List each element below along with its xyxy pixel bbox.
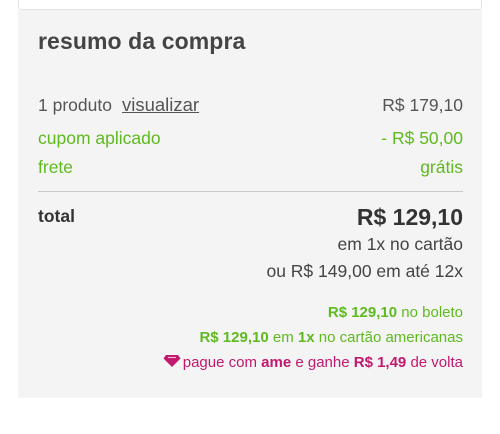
summary-divider bbox=[38, 191, 463, 192]
boleto-offer: R$ 129,10 no boleto bbox=[328, 304, 463, 321]
installments-note: ou R$ 149,00 em até 12x bbox=[266, 261, 463, 281]
products-value: R$ 179,10 bbox=[382, 95, 463, 115]
summary-title: resumo da compra bbox=[38, 28, 246, 54]
products-row-label: 1 produto visualizar bbox=[38, 94, 199, 116]
boleto-offer-text: no boleto bbox=[397, 304, 463, 321]
ame-brand: ame bbox=[261, 354, 292, 371]
card-offer: R$ 129,10 em 1x no cartão americanas bbox=[199, 329, 463, 346]
card-offer-mid: em bbox=[268, 329, 298, 346]
purchase-summary-panel: resumo da compra 1 produto visualizar R$ … bbox=[18, 10, 482, 398]
ame-offer-prefix: pague com bbox=[182, 354, 262, 371]
shipping-value: grátis bbox=[420, 157, 463, 177]
previous-card bbox=[18, 0, 482, 10]
boleto-offer-value: R$ 129,10 bbox=[327, 304, 398, 321]
card-offer-value: R$ 129,10 bbox=[199, 329, 269, 346]
ame-cashback-value: R$ 1,49 bbox=[353, 354, 407, 371]
ame-offer-suffix: de volta bbox=[406, 354, 463, 371]
card-offer-times: 1x bbox=[297, 329, 315, 346]
shipping-label: frete bbox=[38, 157, 74, 177]
ame-offer-mid: e ganhe bbox=[291, 354, 354, 371]
coupon-value: - R$ 50,00 bbox=[381, 128, 463, 148]
ame-heart-icon bbox=[163, 355, 181, 367]
card-offer-text: no cartão americanas bbox=[314, 329, 463, 346]
total-value: R$ 129,10 bbox=[356, 204, 463, 230]
coupon-label: cupom aplicado bbox=[38, 128, 161, 148]
ame-offer: pague com ame e ganhe R$ 1,49 de volta bbox=[163, 354, 463, 371]
products-label: 1 produto bbox=[38, 95, 112, 115]
total-card-note: em 1x no cartão bbox=[337, 234, 463, 254]
total-label: total bbox=[38, 206, 75, 226]
view-products-link[interactable]: visualizar bbox=[122, 94, 199, 115]
